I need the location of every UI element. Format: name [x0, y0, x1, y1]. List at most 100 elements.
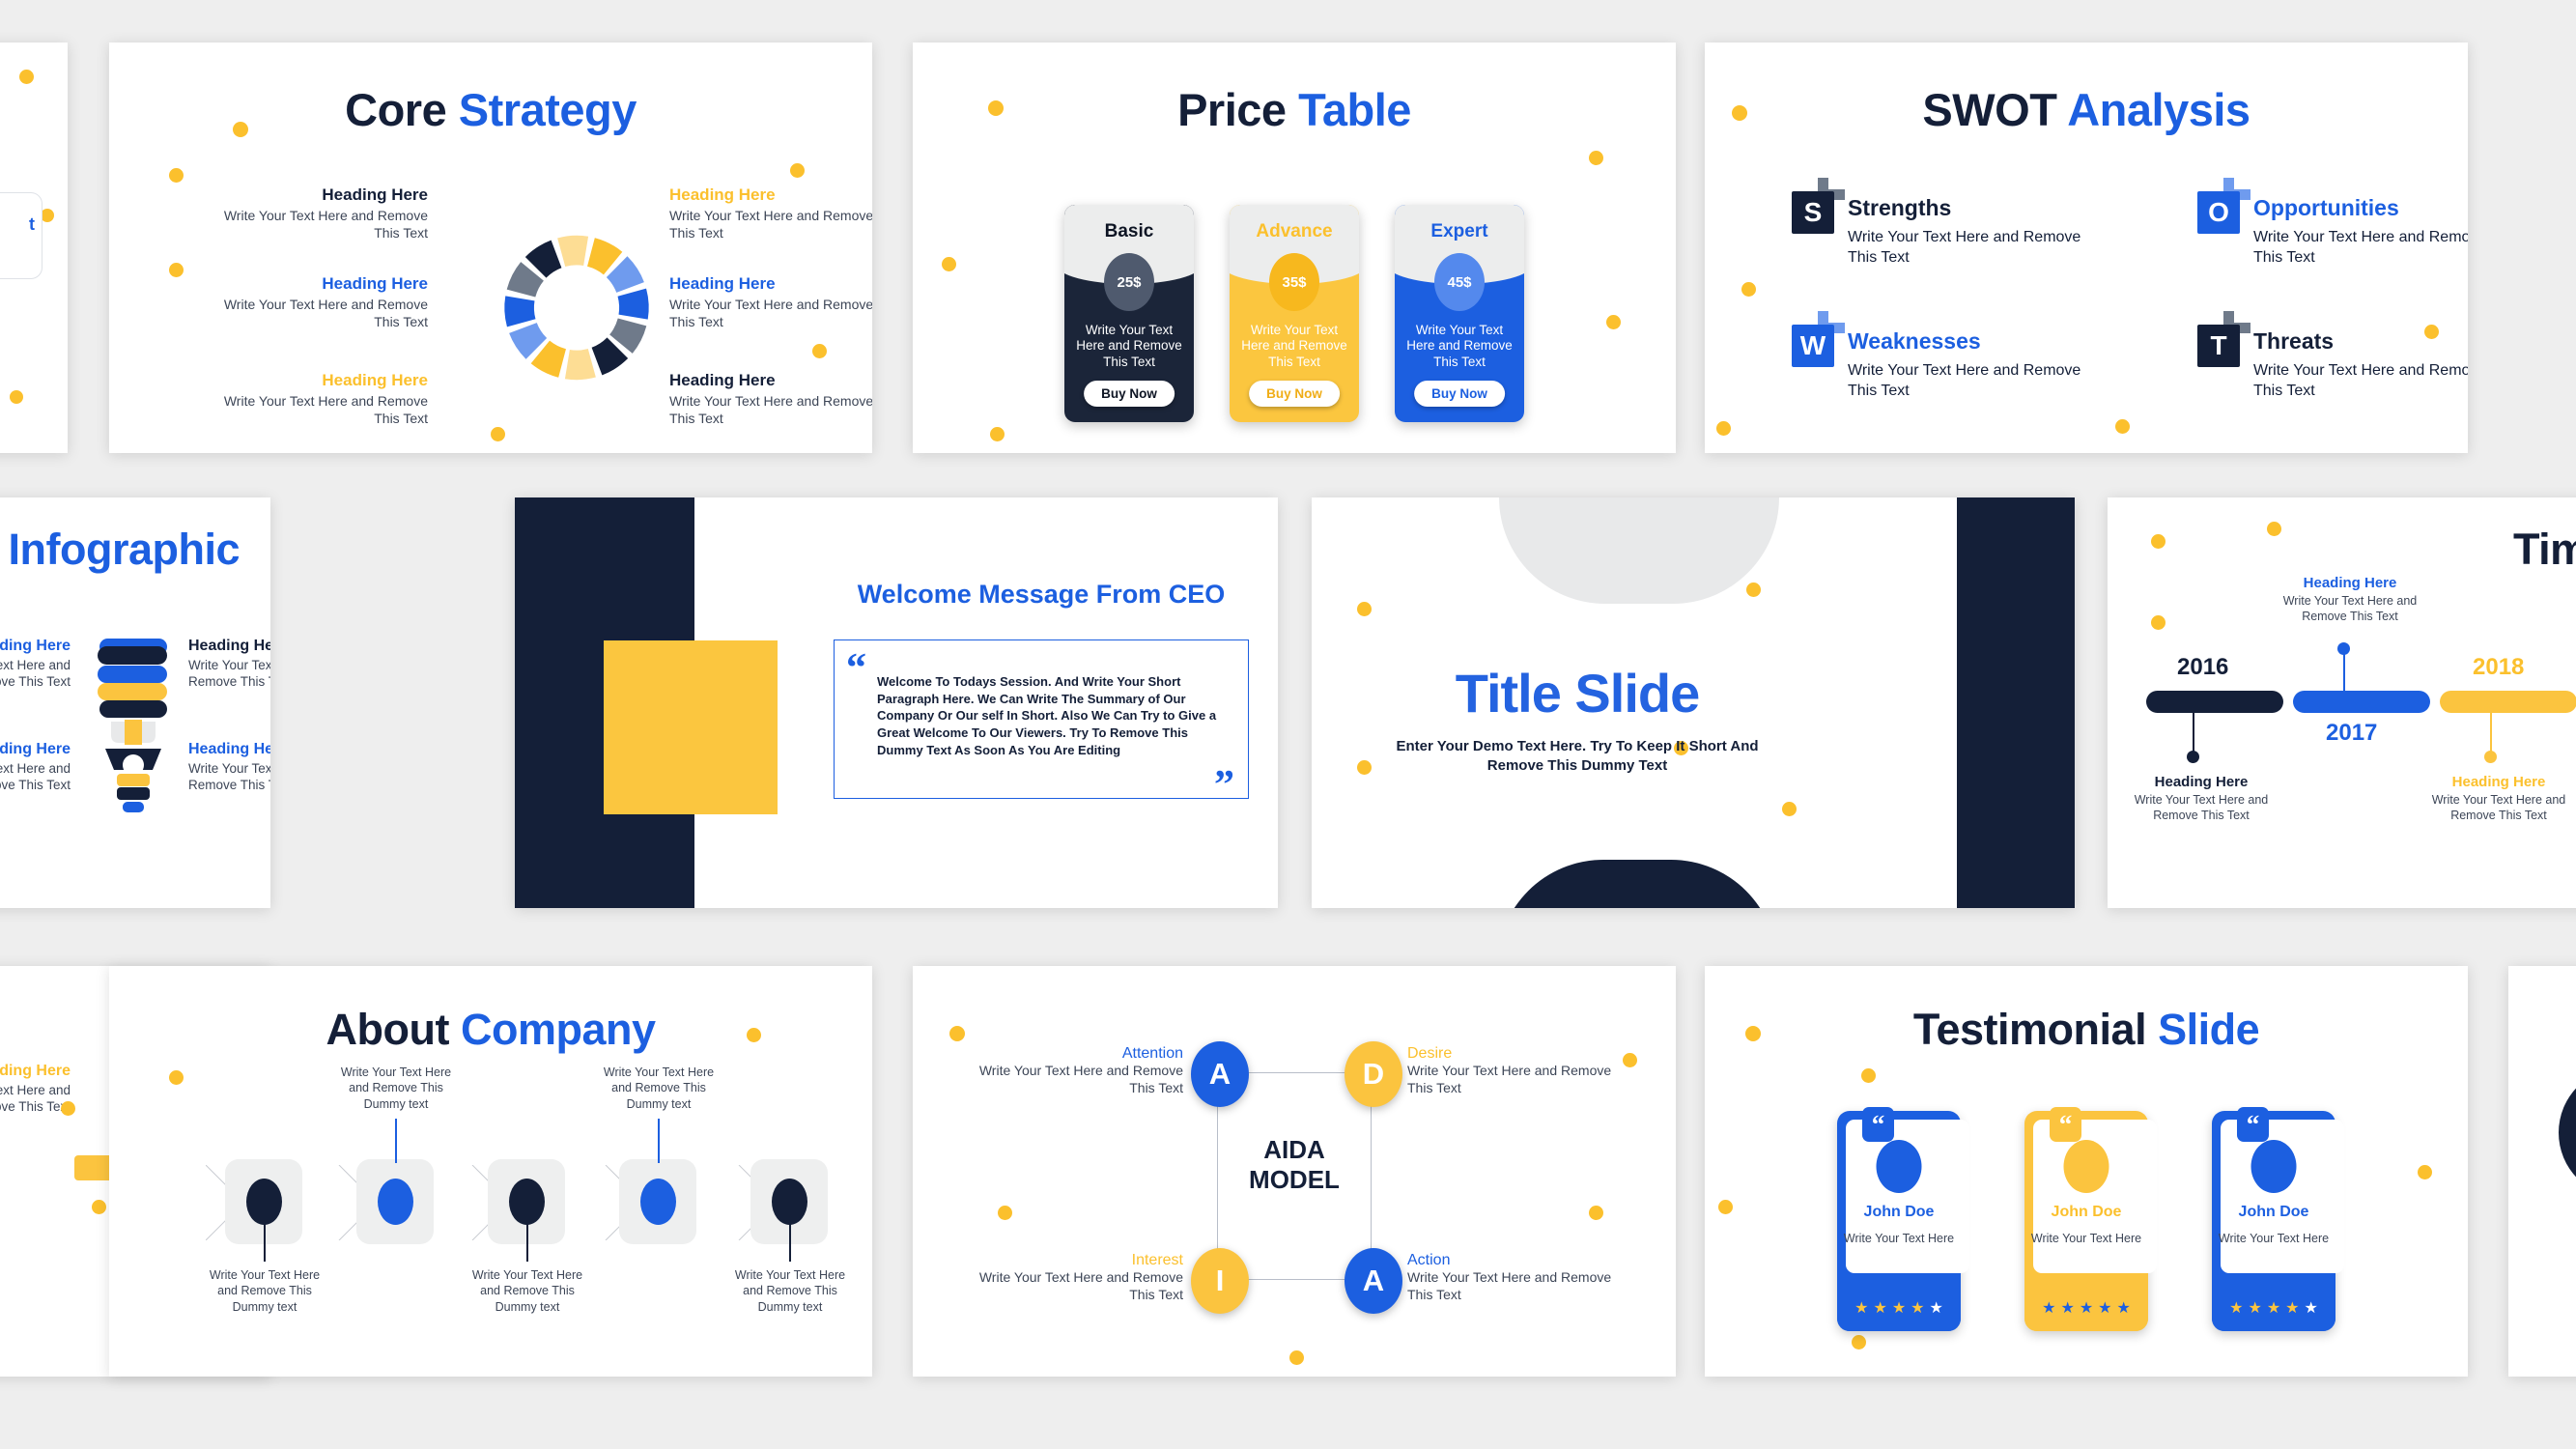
item-body: Write Your Text Here and Remove This Tex… [0, 761, 71, 793]
member-body: Write Your Text Here [2508, 1281, 2576, 1316]
testimonial-name: John Doe [2051, 1204, 2122, 1220]
caption-line-3: Dummy text [363, 1096, 429, 1111]
milestone-heading: Heading Here [2451, 774, 2546, 790]
caption-line-3: Dummy text [757, 1299, 823, 1314]
price-card-list: Basic 25$ Write Your Text Here and Remov… [913, 205, 1676, 422]
node-label: Desire [1407, 1045, 1453, 1062]
aida-node-desire[interactable]: D [1345, 1041, 1402, 1107]
lightbulb-icon [98, 639, 167, 812]
buy-now-button[interactable]: Buy Now [1249, 381, 1340, 407]
price-badge: 35$ [1269, 253, 1319, 311]
item-heading: Heading Here [0, 1063, 71, 1079]
item-heading: Heading Here [188, 638, 270, 654]
avatar [2559, 1067, 2576, 1198]
quote-icon: “ [2050, 1107, 2081, 1142]
item-heading: Heading Here [322, 274, 428, 293]
caption-line-3: Dummy text [626, 1096, 692, 1111]
decorative-dot [19, 70, 34, 84]
slide-clipped-right-bottom[interactable]: Position Write Your Text Here [2508, 966, 2576, 1377]
star-rating[interactable]: ★ ★ ★ ★ ★ [2212, 1285, 2335, 1331]
slide-timeline[interactable]: Timeline Sl 2016 Heading Here Write Your… [2108, 497, 2576, 908]
decorative-dot [1357, 602, 1372, 616]
caption-line-1: Write Your Text Here [603, 1065, 715, 1079]
caption-line-1: Write Your Text Here [340, 1065, 452, 1079]
slide-infographic[interactable]: Infographic Heading Here Write Your Text… [0, 497, 270, 908]
slide-clipped-left-top[interactable]: t [0, 43, 68, 453]
core-strategy-item: Heading Here Write Your Text Here and Re… [669, 371, 872, 428]
buy-now-button[interactable]: Buy Now [1414, 381, 1505, 407]
timeline-caption: Heading Here Write Your Text Here and Re… [2111, 774, 2291, 823]
member-role: Position [2508, 1256, 2576, 1275]
slide-about-company[interactable]: About Company Write Your Text Here and R… [109, 966, 872, 1377]
price-card-expert[interactable]: Expert 45$ Write Your Text Here and Remo… [1395, 205, 1524, 422]
caption-line-1: Write Your Text Here [209, 1268, 321, 1282]
milestone-body: Write Your Text Here and Remove This Tex… [2134, 793, 2269, 822]
star-rating[interactable]: ★ ★ ★ ★ ★ [1837, 1285, 1961, 1331]
core-strategy-item: Heading Here Write Your Text Here and Re… [211, 185, 428, 242]
item-body: Write Your Text Here and Remove This Tex… [669, 297, 872, 329]
aida-text-attention: Attention Write Your Text Here and Remov… [961, 1045, 1183, 1097]
timeline-caption: Heading Here Write Your Text Here and Re… [2260, 575, 2440, 624]
page-title-accent: Analysis [2067, 84, 2250, 135]
decorative-dot [1589, 151, 1603, 165]
slide-price-table[interactable]: Price Table Basic 25$ Write Your Text He… [913, 43, 1676, 453]
milestone-heading: Heading Here [2154, 774, 2249, 790]
testimonial-card[interactable]: “ John Doe Write Your Text Here ★ ★ ★ ★ ★ [2024, 1107, 2157, 1331]
testimonial-card[interactable]: “ John Doe Write Your Text Here ★ ★ ★ ★ ★ [1837, 1107, 1969, 1331]
clipped-card: t [0, 192, 42, 279]
core-strategy-item: Heading Here Write Your Text Here and Re… [669, 185, 872, 242]
aida-node-interest[interactable]: I [1191, 1248, 1249, 1314]
item-heading: Heading Here [669, 274, 776, 293]
caption-line-2: and Remove This [743, 1284, 837, 1298]
slide-testimonial[interactable]: Testimonial Slide “ John Doe Write Your … [1705, 966, 2468, 1377]
core-strategy-item: Heading Here Write Your Text Here and Re… [211, 274, 428, 331]
decorative-dot [1782, 802, 1797, 816]
page-title-dark: Timeline [2513, 525, 2576, 574]
item-heading: Heading Here [669, 185, 776, 204]
decorative-dot [2151, 615, 2166, 630]
plan-description: Write Your Text Here and Remove This Tex… [1241, 323, 1347, 369]
testimonial-card[interactable]: “ John Doe Write Your Text Here ★ ★ ★ ★ ★ [2212, 1107, 2344, 1331]
price-card-advance[interactable]: Advance 35$ Write Your Text Here and Rem… [1230, 205, 1359, 422]
page-title: Core Strategy [109, 83, 872, 136]
node-body: Write Your Text Here and Remove This Tex… [978, 1269, 1183, 1302]
slide-title[interactable]: Title Slide Enter Your Demo Text Here. T… [1312, 497, 2075, 908]
item-heading: Heading Here [0, 638, 71, 654]
page-title-accent: Infographic [8, 525, 241, 574]
testimonial-text: Write Your Text Here [1843, 1232, 1955, 1245]
caption-line-3: Dummy text [495, 1299, 560, 1314]
milestone-body: Write Your Text Here and Remove This Tex… [2554, 593, 2576, 624]
plan-name: Advance [1256, 221, 1333, 242]
caption-line-1: Write Your Text Here [471, 1268, 583, 1282]
star-rating[interactable]: ★ ★ ★ ★ ★ [2024, 1285, 2148, 1331]
page-title-dark: About [326, 1005, 450, 1054]
swot-body: Write Your Text Here and Remove This Tex… [2253, 362, 2468, 399]
weaknesses-icon: W [1792, 311, 1845, 367]
avatar [2063, 1140, 2109, 1193]
page-subtitle: Enter Your Demo Text Here. Try To Keep I… [1396, 738, 1759, 775]
slide-aida-model[interactable]: AIDA MODEL A D I A Attention Write Your … [913, 966, 1676, 1377]
timeline-caption: Heading Here Write Your Text Here and Re… [2554, 575, 2576, 624]
slide-swot-analysis[interactable]: SWOT Analysis S Strengths Write Your Tex… [1705, 43, 2468, 453]
aida-node-attention[interactable]: A [1191, 1041, 1249, 1107]
decorative-dot [491, 427, 505, 441]
yellow-accent-square [604, 640, 778, 814]
caption-line-3: Dummy text [232, 1299, 297, 1314]
process-stem [526, 1217, 528, 1262]
quote-text: Welcome To Todays Session. And Write You… [877, 674, 1217, 757]
price-card-basic[interactable]: Basic 25$ Write Your Text Here and Remov… [1064, 205, 1194, 422]
infographic-item: Heading Here Write Your Text Here and Re… [188, 638, 270, 691]
page-title: SWOT Analysis [1705, 83, 2468, 136]
node-label: Attention [1121, 1045, 1183, 1062]
decorative-dot [790, 163, 805, 178]
timeline-bar [2293, 691, 2430, 713]
quote-icon: “ [2237, 1107, 2269, 1142]
infographic-item: Heading Here Write Your Text Here and Re… [0, 638, 71, 691]
slide-core-strategy[interactable]: Core Strategy Heading Here Write Your Te… [109, 43, 872, 453]
page-title: Welcome Message From CEO [857, 580, 1226, 609]
node-label: Interest [1131, 1252, 1183, 1268]
aida-node-action[interactable]: A [1345, 1248, 1402, 1314]
buy-now-button[interactable]: Buy Now [1084, 381, 1175, 407]
slide-ceo-message[interactable]: Welcome Message From CEO “ Welcome To To… [515, 497, 1278, 908]
clipped-card-label: t [29, 214, 35, 234]
